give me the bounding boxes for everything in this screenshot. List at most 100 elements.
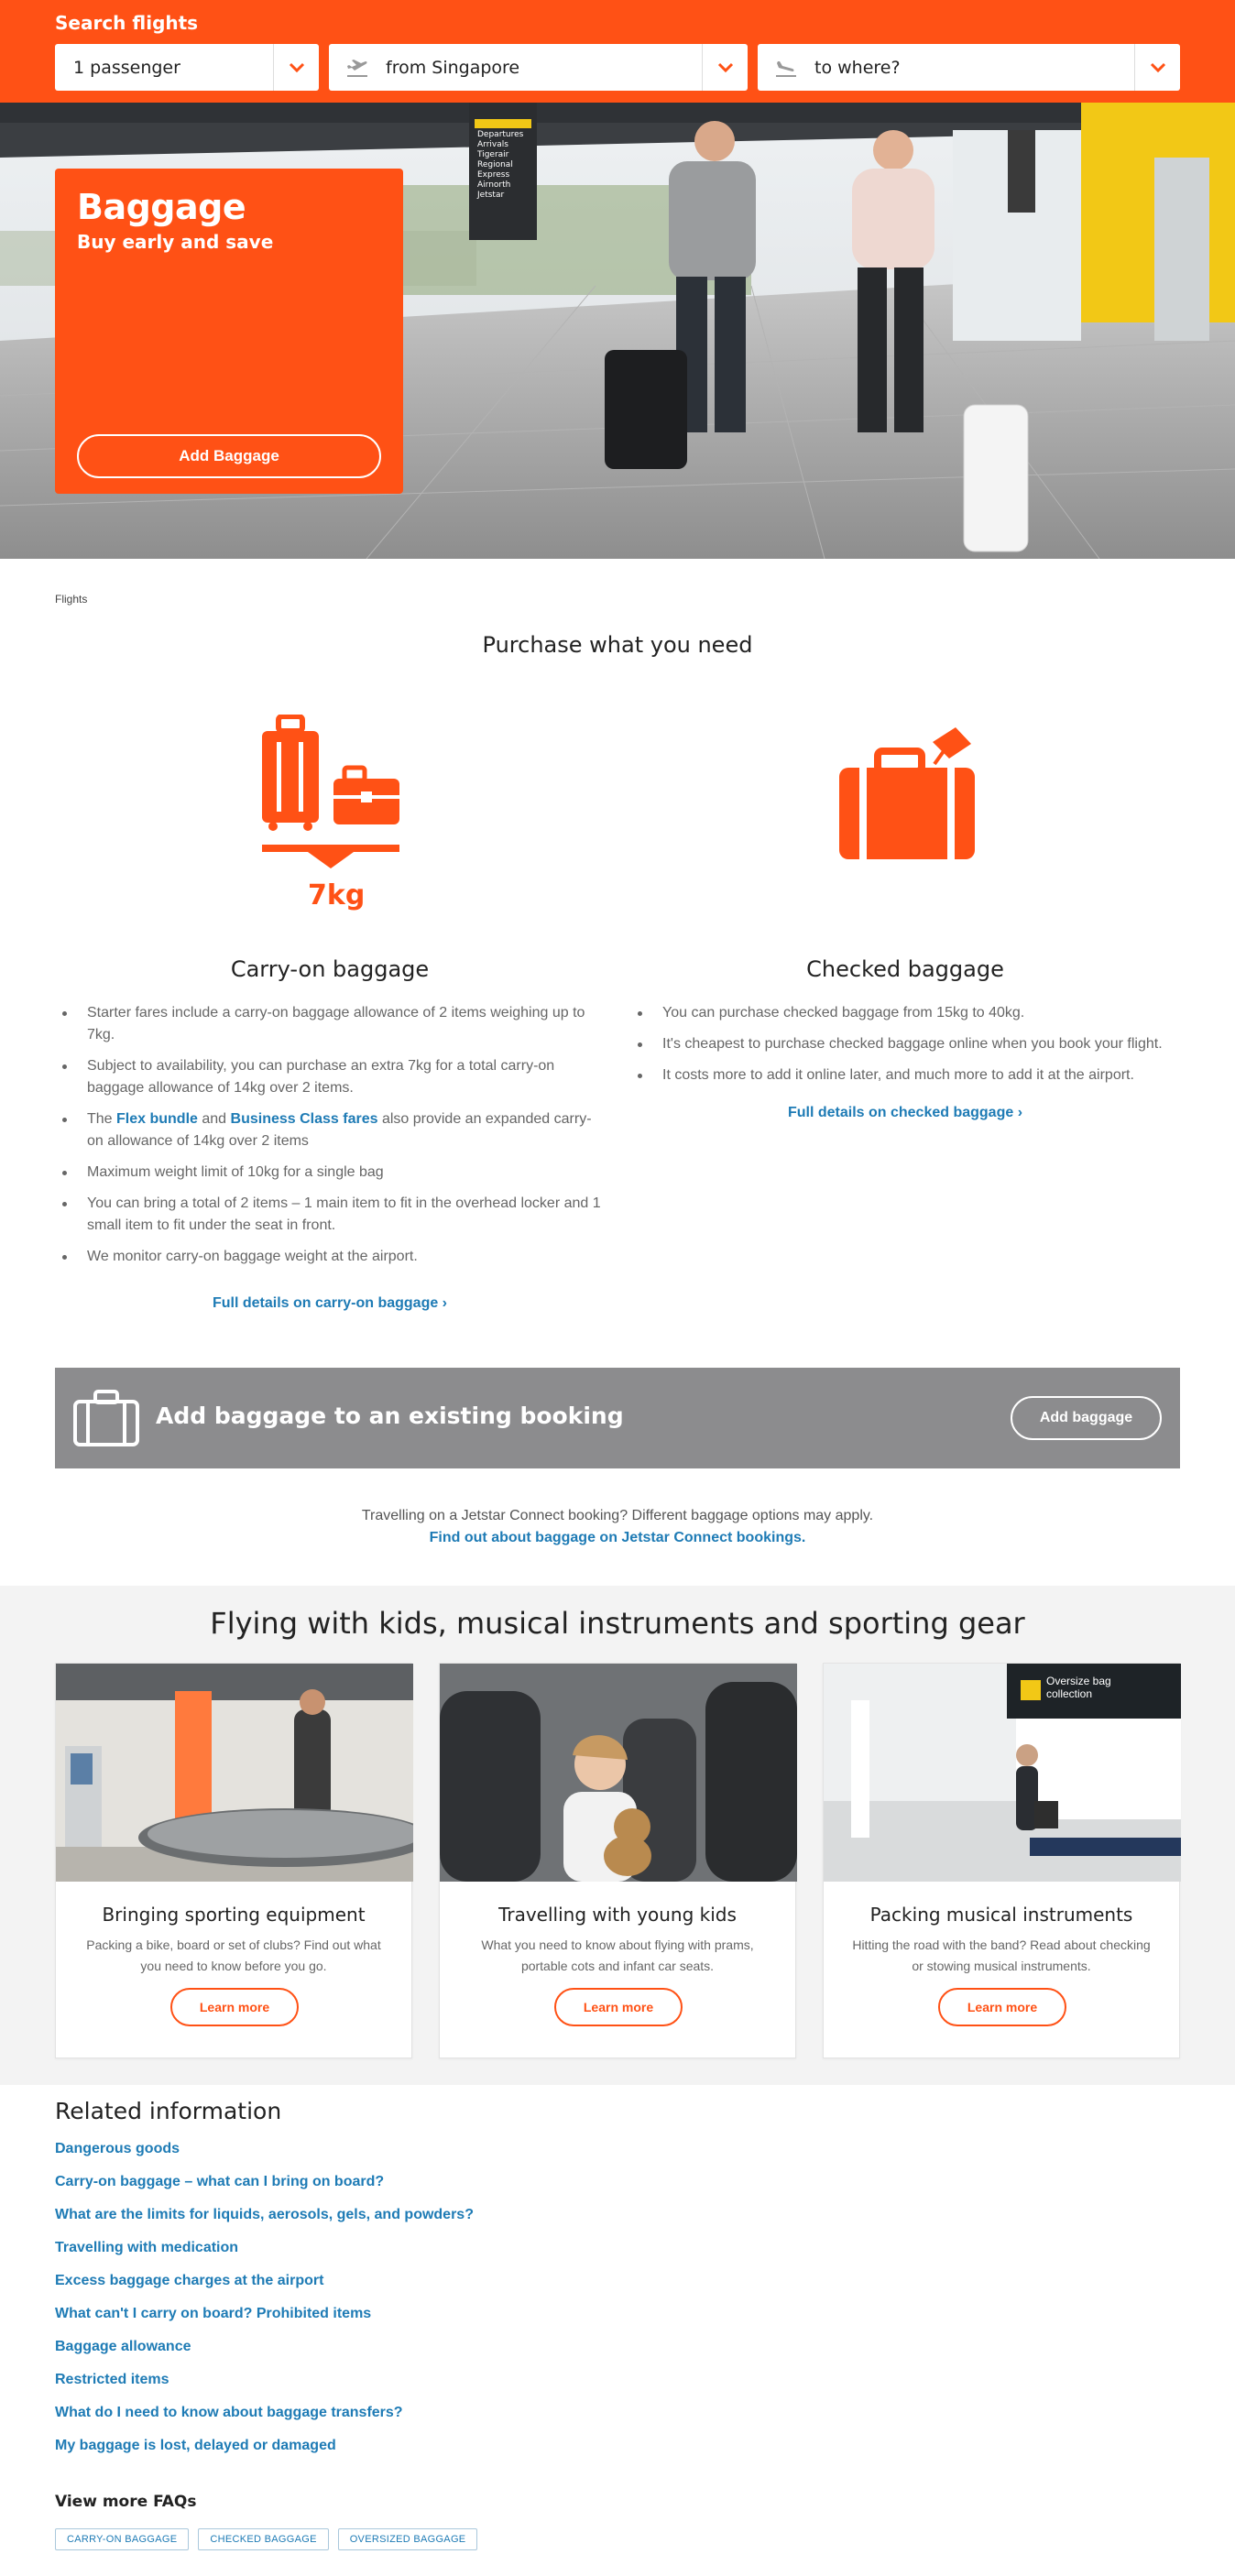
learn-more-button[interactable]: Learn more (170, 1988, 299, 2026)
carry-on-title: Carry-on baggage (230, 956, 430, 982)
checked-details-link[interactable]: Full details on checked baggage › (630, 1105, 1180, 1121)
list-item: Restricted items (55, 2372, 1180, 2405)
carry-on-column: Carry-on baggage Starter fares include a… (55, 696, 605, 1312)
breadcrumb[interactable]: Flights (55, 593, 87, 606)
list-item: Excess baggage charges at the airport (55, 2273, 1180, 2306)
list-item: It costs more to add it online later, an… (630, 1064, 1180, 1086)
passenger-select[interactable]: 1 passenger (55, 44, 319, 91)
sign-line: Tigerair (477, 150, 509, 159)
destination-value: to where? (814, 57, 901, 78)
list-item: Starter fares include a carry-on baggage… (55, 1002, 605, 1046)
instruments-image: Oversize bag collection (824, 1664, 1181, 1882)
list-item: Maximum weight limit of 10kg for a singl… (55, 1162, 605, 1184)
connect-text: Travelling on a Jetstar Connect booking?… (361, 1508, 874, 1523)
chevron-down-icon[interactable] (273, 44, 319, 91)
card-text: What you need to know about flying with … (481, 1937, 754, 1973)
hero-card: Baggage Buy early and save Add Baggage (55, 169, 403, 494)
related-link[interactable]: Carry-on baggage – what can I bring on b… (55, 2174, 384, 2189)
faq-tag[interactable]: OVERSIZED BAGGAGE (337, 2528, 478, 2550)
hero-subtitle: Buy early and save (77, 231, 274, 253)
related-link[interactable]: Baggage allowance (55, 2339, 191, 2354)
related-link[interactable]: Dangerous goods (55, 2141, 180, 2156)
kids-card[interactable]: Travelling with young kids What you need… (439, 1663, 797, 2058)
related-link[interactable]: What do I need to know about baggage tra… (55, 2405, 403, 2420)
related-title: Related information (55, 2098, 282, 2124)
instruments-card[interactable]: Oversize bag collection Packing musical … (823, 1663, 1181, 2058)
sign-line: Departures (477, 130, 524, 139)
card-title: Travelling with young kids (498, 1904, 737, 1926)
list-item: What are the limits for liquids, aerosol… (55, 2207, 1180, 2240)
list-item: It's cheapest to purchase checked baggag… (630, 1033, 1180, 1055)
card-title: Packing musical instruments (869, 1904, 1133, 1926)
kids-image (440, 1664, 797, 1882)
search-title: Search flights (55, 12, 199, 34)
related-links: Dangerous goods Carry-on baggage – what … (55, 2141, 1180, 2471)
flex-bundle-link[interactable]: Flex bundle (116, 1111, 198, 1127)
add-baggage-hero-button[interactable]: Add Baggage (77, 434, 381, 478)
special-title: Flying with kids, musical instruments an… (210, 1606, 1025, 1641)
business-class-link[interactable]: Business Class fares (231, 1111, 378, 1127)
list-item: What can't I carry on board? Prohibited … (55, 2306, 1180, 2339)
chevron-down-icon[interactable] (1134, 44, 1180, 91)
list-item: Travelling with medication (55, 2240, 1180, 2273)
learn-more-button[interactable]: Learn more (938, 1988, 1066, 2026)
list-item: Dangerous goods (55, 2141, 1180, 2174)
card-title: Bringing sporting equipment (102, 1904, 366, 1926)
add-banner-title: Add baggage to an existing booking (156, 1403, 624, 1429)
checked-title: Checked baggage (806, 956, 1004, 982)
add-baggage-banner: Add baggage to an existing booking Add b… (55, 1368, 1180, 1468)
list-item: Subject to availability, you can purchas… (55, 1055, 605, 1099)
hero-title: Baggage (77, 187, 246, 227)
carry-on-list: Starter fares include a carry-on baggage… (55, 1002, 605, 1268)
list-item: My baggage is lost, delayed or damaged (55, 2438, 1180, 2471)
list-item: What do I need to know about baggage tra… (55, 2405, 1180, 2438)
suitcase-icon (73, 1390, 139, 1446)
checked-column: Checked baggage You can purchase checked… (630, 696, 1180, 1121)
related-link[interactable]: Travelling with medication (55, 2240, 238, 2255)
sporting-image (56, 1664, 413, 1882)
special-items-section: Flying with kids, musical instruments an… (0, 1586, 1235, 2085)
chevron-down-icon[interactable] (702, 44, 748, 91)
carry-on-details-link[interactable]: Full details on carry-on baggage › (55, 1295, 605, 1312)
learn-more-button[interactable]: Learn more (554, 1988, 683, 2026)
passenger-value: 1 passenger (73, 57, 180, 78)
hero-banner: Departures Arrivals Tigerair Regional Ex… (0, 103, 1235, 559)
card-text: Packing a bike, board or set of clubs? F… (86, 1937, 381, 1973)
takeoff-icon (347, 59, 367, 77)
origin-select[interactable]: from Singapore (329, 44, 748, 91)
related-link[interactable]: Restricted items (55, 2372, 169, 2387)
sign-line: Jetstar (477, 191, 505, 200)
connect-link[interactable]: Find out about baggage on Jetstar Connec… (430, 1530, 806, 1545)
related-link[interactable]: What can't I carry on board? Prohibited … (55, 2306, 371, 2321)
faq-tag[interactable]: CARRY-ON BAGGAGE (55, 2528, 190, 2550)
card-text: Hitting the road with the band? Read abo… (852, 1937, 1151, 1973)
sign-line: Airnorth (477, 180, 511, 190)
origin-value: from Singapore (386, 57, 520, 78)
checked-list: You can purchase checked baggage from 15… (630, 1002, 1180, 1086)
list-item-text: and (197, 1111, 231, 1127)
list-item: Carry-on baggage – what can I bring on b… (55, 2174, 1180, 2207)
faq-tags: CARRY-ON BAGGAGE CHECKED BAGGAGE OVERSIZ… (55, 2528, 478, 2550)
landing-icon (776, 60, 796, 77)
connect-note: Travelling on a Jetstar Connect booking?… (0, 1505, 1235, 1549)
list-item-text: The (87, 1111, 117, 1127)
related-link[interactable]: Excess baggage charges at the airport (55, 2273, 323, 2288)
list-item: Baggage allowance (55, 2339, 1180, 2372)
sign-line: Regional (477, 160, 513, 169)
sign-line: Express (477, 170, 510, 180)
search-bar: Search flights 1 passenger from Singapor… (0, 0, 1235, 103)
related-information: Related information Dangerous goods Carr… (55, 2098, 1180, 2471)
related-link[interactable]: My baggage is lost, delayed or damaged (55, 2438, 336, 2453)
sign-line: Arrivals (477, 140, 508, 149)
faq-tag[interactable]: CHECKED BAGGAGE (198, 2528, 329, 2550)
list-item: We monitor carry-on baggage weight at th… (55, 1246, 605, 1268)
list-item: The Flex bundle and Business Class fares… (55, 1108, 605, 1152)
bag-collection-sign: Oversize bag collection (1046, 1675, 1111, 1700)
add-baggage-button[interactable]: Add baggage (1011, 1396, 1162, 1440)
related-link[interactable]: What are the limits for liquids, aerosol… (55, 2207, 474, 2222)
purchase-title: Purchase what you need (482, 632, 753, 658)
list-item: You can bring a total of 2 items – 1 mai… (55, 1193, 605, 1237)
sporting-card[interactable]: Bringing sporting equipment Packing a bi… (55, 1663, 413, 2058)
list-item: You can purchase checked baggage from 15… (630, 1002, 1180, 1024)
destination-select[interactable]: to where? (758, 44, 1180, 91)
